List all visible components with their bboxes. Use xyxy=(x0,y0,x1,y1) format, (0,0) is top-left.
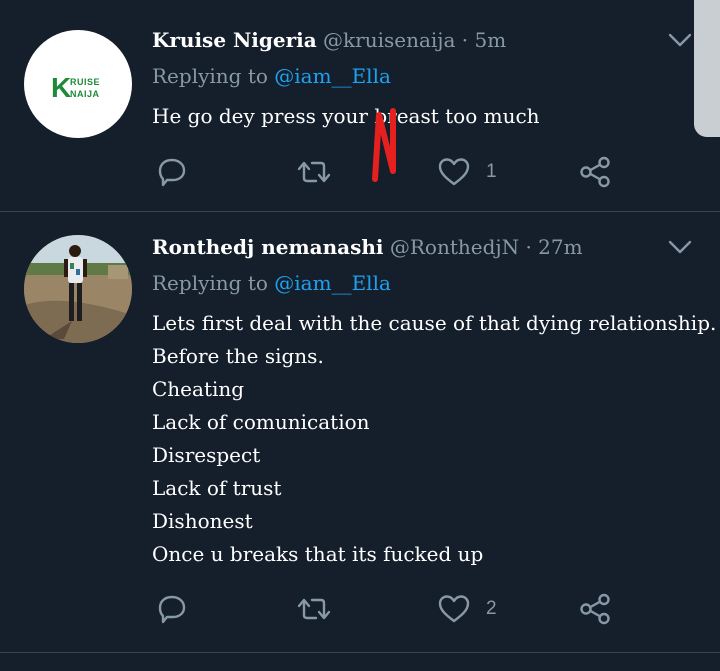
tweet-text-line: Cheating xyxy=(152,377,245,401)
tweet-ronthedj-nemanashi[interactable]: Ronthedj nemanashi @RonthedjN · 27m Repl… xyxy=(0,212,720,652)
replying-to-line: Replying to @iam__Ella xyxy=(152,271,391,295)
avatar[interactable]: K RUISE NAIJA xyxy=(24,30,132,138)
replying-to-label: Replying to xyxy=(152,64,268,88)
retweet-icon[interactable] xyxy=(296,591,332,627)
separator: · xyxy=(461,28,469,52)
tweet-kruise-nigeria[interactable]: K RUISE NAIJA Kruise Nigeria @kruisenaij… xyxy=(0,0,720,211)
tweet-text-line: He go dey press your breast too much xyxy=(152,104,540,128)
tweet-text-line: Disrespect xyxy=(152,443,261,467)
replying-to-line: Replying to @iam__Ella xyxy=(152,64,391,88)
reply-icon[interactable] xyxy=(154,154,190,190)
chevron-down-icon[interactable] xyxy=(668,32,692,48)
author-name[interactable]: Ronthedj nemanashi xyxy=(152,235,383,259)
tweet-text-line: Lack of trust xyxy=(152,476,282,500)
separator: · xyxy=(525,235,532,259)
tweet-text: He go dey press your breast too much xyxy=(152,100,540,133)
author-handle[interactable]: @RonthedjN xyxy=(390,235,519,259)
tweet-text-line: Dishonest xyxy=(152,509,253,533)
tweet-header: Ronthedj nemanashi @RonthedjN · 27m xyxy=(152,235,583,259)
tweet-text-line: Before the signs. xyxy=(152,344,324,368)
avatar-logo-k: K xyxy=(51,72,72,103)
tweet-text-line: Lets first deal with the cause of that d… xyxy=(152,311,717,335)
author-name[interactable]: Kruise Nigeria xyxy=(152,28,317,52)
replying-to-label: Replying to xyxy=(152,271,268,295)
author-handle[interactable]: @kruisenaija xyxy=(323,28,455,52)
tweet-text-line: Once u breaks that its fucked up xyxy=(152,542,484,566)
divider xyxy=(0,652,720,653)
share-icon[interactable] xyxy=(577,154,613,190)
retweet-icon[interactable] xyxy=(296,154,332,190)
avatar-logo-top: RUISE xyxy=(70,77,101,87)
avatar-logo-bottom: NAIJA xyxy=(70,89,100,99)
tweet-header: Kruise Nigeria @kruisenaija · 5m xyxy=(152,28,506,52)
tweet-text-line: Lack of comunication xyxy=(152,410,370,434)
like-count: 1 xyxy=(486,161,497,182)
timestamp[interactable]: 5m xyxy=(475,28,507,52)
chevron-down-icon[interactable] xyxy=(668,239,692,255)
share-icon[interactable] xyxy=(577,591,613,627)
like-icon[interactable] xyxy=(436,591,472,627)
tweet-text: Lets first deal with the cause of that d… xyxy=(152,307,716,571)
reply-icon[interactable] xyxy=(154,591,190,627)
red-pen-annotation xyxy=(372,108,396,182)
mention-link[interactable]: @iam__Ella xyxy=(274,271,391,295)
avatar[interactable] xyxy=(24,235,132,343)
mention-link[interactable]: @iam__Ella xyxy=(274,64,391,88)
avatar-photo xyxy=(24,235,132,343)
like-count: 2 xyxy=(486,598,497,619)
like-icon[interactable] xyxy=(436,154,472,190)
timestamp[interactable]: 27m xyxy=(538,235,582,259)
